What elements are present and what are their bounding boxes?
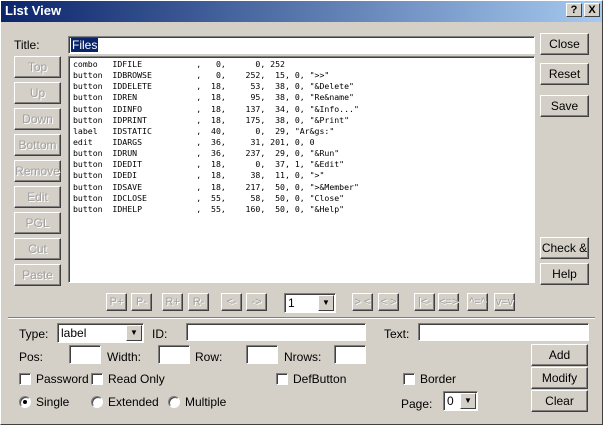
- nrows-input[interactable]: [334, 345, 366, 364]
- clear-button[interactable]: Clear: [531, 390, 588, 412]
- list-item[interactable]: edit IDARGS , 36, 31, 201, 0, 0: [69, 137, 534, 148]
- move-left-button[interactable]: <-: [221, 293, 242, 311]
- separator: [8, 317, 595, 319]
- width-label: Width:: [107, 350, 142, 364]
- list-item[interactable]: button IDEDI , 18, 38, 11, 0, ">": [69, 170, 534, 181]
- width-input[interactable]: [158, 345, 190, 364]
- single-label: Single: [36, 395, 70, 409]
- defbutton-label: DefButton: [293, 372, 347, 386]
- page-number-value: 1: [288, 296, 295, 310]
- check-button[interactable]: Check &: [540, 237, 589, 259]
- list-item[interactable]: button IDINFO , 18, 137, 34, 0, "&Info..…: [69, 104, 534, 115]
- chevron-down-icon[interactable]: ▼: [126, 325, 142, 341]
- save-button[interactable]: Save: [540, 95, 589, 117]
- defbutton-checkbox[interactable]: [276, 373, 288, 385]
- title-input-value: Files: [71, 38, 99, 52]
- pos-label: Pos:: [19, 350, 44, 364]
- single-radio[interactable]: [19, 396, 31, 408]
- title-label: Title:: [14, 38, 40, 52]
- edit-button[interactable]: Edit: [14, 186, 61, 208]
- up-button[interactable]: Up: [14, 82, 61, 104]
- add-button[interactable]: Add: [531, 344, 588, 366]
- border-label: Border: [420, 372, 457, 386]
- pgl-button[interactable]: PGL: [14, 212, 61, 234]
- window-titlebar: List View: [0, 0, 603, 22]
- type-label: Type:: [19, 327, 49, 341]
- page-minus-button[interactable]: P-: [131, 293, 152, 311]
- reset-button[interactable]: Reset: [540, 63, 589, 85]
- multiple-radio[interactable]: [168, 396, 180, 408]
- password-label: Password: [36, 372, 89, 386]
- paste-button[interactable]: Paste: [14, 264, 61, 286]
- row-label: Row:: [195, 350, 223, 364]
- row-input[interactable]: [246, 345, 278, 364]
- window-title: List View: [5, 3, 62, 18]
- readonly-checkbox[interactable]: [91, 373, 103, 385]
- controls-list[interactable]: combo IDFILE , 0, 0, 252 button IDBROWSE…: [68, 56, 535, 283]
- extended-radio[interactable]: [91, 396, 103, 408]
- help-button[interactable]: Help: [540, 263, 589, 285]
- align-bottom-button[interactable]: v=v: [494, 293, 515, 311]
- id-label: ID:: [152, 327, 168, 341]
- list-item[interactable]: button IDCLOSE , 55, 58, 50, 0, "Close": [69, 193, 534, 204]
- shrink-button[interactable]: > <: [352, 293, 373, 311]
- align-left-button[interactable]: |<-: [414, 293, 435, 311]
- list-item[interactable]: button IDREN , 18, 95, 38, 0, "Re&name": [69, 92, 534, 103]
- list-item[interactable]: label IDSTATIC , 40, 0, 29, "Ar&gs:": [69, 126, 534, 137]
- text-input[interactable]: [418, 323, 589, 341]
- page-label: Page:: [401, 397, 433, 411]
- list-item[interactable]: button IDHELP , 55, 160, 50, 0, "&Help": [69, 204, 534, 215]
- multiple-label: Multiple: [185, 395, 227, 409]
- remove-button[interactable]: Remove: [14, 160, 61, 182]
- align-top-button[interactable]: ^=^: [467, 293, 488, 311]
- row-plus-button[interactable]: R+: [162, 293, 183, 311]
- page-select-value: 0: [447, 394, 454, 408]
- expand-button[interactable]: < >: [378, 293, 399, 311]
- page-plus-button[interactable]: P+: [106, 293, 127, 311]
- type-select-value: label: [61, 326, 87, 340]
- list-item[interactable]: button IDPRINT , 18, 175, 38, 0, "&Print…: [69, 115, 534, 126]
- list-item[interactable]: button IDBROWSE , 0, 252, 15, 0, ">>": [69, 70, 534, 81]
- list-item[interactable]: button IDSAVE , 18, 217, 50, 0, ">&Membe…: [69, 182, 534, 193]
- modify-button[interactable]: Modify: [531, 367, 588, 389]
- row-minus-button[interactable]: R-: [188, 293, 209, 311]
- move-right-button[interactable]: ->: [246, 293, 267, 311]
- page-select[interactable]: 0 ▼: [443, 391, 478, 411]
- list-item[interactable]: button IDRUN , 36, 237, 29, 0, "&Run": [69, 148, 534, 159]
- top-button[interactable]: Top: [14, 56, 61, 78]
- center-button[interactable]: <=>: [438, 293, 459, 311]
- list-item[interactable]: button IDEDIT , 18, 0, 37, 1, "&Edit": [69, 159, 534, 170]
- close-button[interactable]: Close: [540, 33, 589, 55]
- pos-input[interactable]: [69, 345, 101, 364]
- chevron-down-icon[interactable]: ▼: [460, 393, 476, 409]
- text-label: Text:: [384, 327, 410, 341]
- down-button[interactable]: Down: [14, 108, 61, 130]
- page-number-select[interactable]: 1 ▼: [284, 293, 336, 313]
- extended-label: Extended: [108, 395, 159, 409]
- password-checkbox[interactable]: [19, 373, 31, 385]
- border-checkbox[interactable]: [403, 373, 415, 385]
- bottom-button[interactable]: Bottom: [14, 134, 61, 156]
- readonly-label: Read Only: [108, 372, 165, 386]
- nrows-label: Nrows:: [284, 350, 322, 364]
- list-item[interactable]: button IDDELETE , 18, 53, 38, 0, "&Delet…: [69, 81, 534, 92]
- id-input[interactable]: [186, 323, 366, 341]
- chevron-down-icon[interactable]: ▼: [318, 295, 334, 311]
- type-select[interactable]: label ▼: [57, 323, 144, 343]
- cut-button[interactable]: Cut: [14, 238, 61, 260]
- title-input[interactable]: Files: [68, 36, 535, 54]
- help-titlebar-button[interactable]: ?: [566, 3, 582, 17]
- close-titlebar-button[interactable]: X: [584, 3, 600, 17]
- list-item[interactable]: combo IDFILE , 0, 0, 252: [69, 59, 534, 70]
